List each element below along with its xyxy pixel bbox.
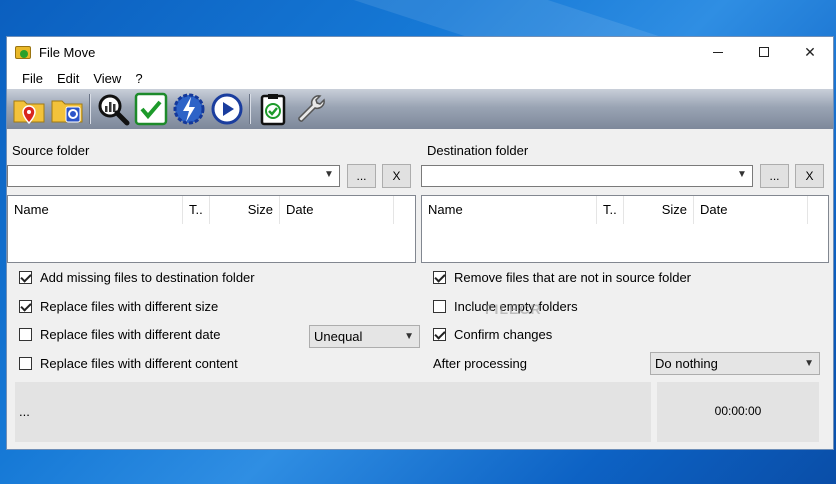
analyze-button[interactable] [95, 91, 131, 127]
destination-folder-label: Destination folder [427, 143, 529, 158]
tasks-button[interactable] [255, 91, 291, 127]
app-folder-icon [15, 43, 33, 61]
select-destination-button[interactable] [49, 91, 85, 127]
date-compare-value: Unequal [314, 329, 363, 344]
source-browse-button[interactable]: ... [347, 164, 376, 188]
run-button[interactable] [209, 91, 245, 127]
check-icon [134, 92, 168, 126]
timer-panel: 00:00:00 [657, 382, 819, 442]
column-date[interactable]: Date [694, 196, 808, 224]
chevron-down-icon: ▼ [804, 358, 814, 369]
checkbox[interactable] [19, 328, 32, 341]
option-label: Replace files with different size [40, 299, 219, 314]
checkbox[interactable] [433, 271, 446, 284]
source-file-list[interactable]: Name T.. Size Date [7, 195, 416, 263]
after-processing-value: Do nothing [655, 356, 718, 371]
list-header: Name T.. Size Date [422, 196, 828, 224]
column-date[interactable]: Date [280, 196, 394, 224]
chevron-down-icon: ▼ [324, 169, 334, 180]
option-add-missing[interactable]: Add missing files to destination folder [19, 270, 255, 285]
settings-button[interactable] [293, 91, 329, 127]
column-size[interactable]: Size [210, 196, 280, 224]
option-label: Confirm changes [454, 327, 553, 342]
date-compare-select[interactable]: Unequal ▼ [309, 325, 420, 348]
maximize-icon [759, 47, 769, 57]
column-name[interactable]: Name [8, 196, 183, 224]
checkbox[interactable] [19, 300, 32, 313]
toolbar [7, 89, 833, 129]
source-folder-label: Source folder [12, 143, 90, 158]
verify-button[interactable] [133, 91, 169, 127]
after-processing-select[interactable]: Do nothing ▼ [650, 352, 820, 375]
source-clear-button[interactable]: X [382, 164, 411, 188]
option-replace-date[interactable]: Replace files with different date [19, 327, 220, 342]
option-label: Add missing files to destination folder [40, 270, 255, 285]
title-bar: File Move ✕ [7, 37, 833, 67]
app-window: File Move ✕ File Edit View ? Source fold… [6, 36, 834, 450]
destination-clear-button[interactable]: X [795, 164, 824, 188]
menu-bar: File Edit View ? [7, 67, 833, 89]
chevron-down-icon: ▼ [404, 331, 414, 342]
list-header: Name T.. Size Date [8, 196, 415, 224]
menu-view[interactable]: View [86, 71, 128, 86]
lightning-gear-icon [173, 93, 205, 125]
quick-process-button[interactable] [171, 91, 207, 127]
watermark: FILECR [485, 301, 542, 317]
checkbox[interactable] [19, 271, 32, 284]
folder-dest-icon [51, 100, 83, 123]
option-label: Replace files with different content [40, 356, 238, 371]
column-name[interactable]: Name [422, 196, 597, 224]
menu-edit[interactable]: Edit [50, 71, 86, 86]
select-source-button[interactable] [11, 91, 47, 127]
elapsed-timer: 00:00:00 [714, 404, 762, 418]
option-replace-size[interactable]: Replace files with different size [19, 299, 218, 314]
destination-file-list[interactable]: Name T.. Size Date [421, 195, 829, 263]
column-type[interactable]: T.. [597, 196, 624, 224]
window-title: File Move [39, 44, 96, 60]
maximize-button[interactable] [741, 37, 787, 67]
option-label: Replace files with different date [40, 327, 221, 342]
destination-browse-button[interactable]: ... [760, 164, 789, 188]
close-button[interactable]: ✕ [787, 37, 833, 67]
option-remove-extra[interactable]: Remove files that are not in source fold… [433, 270, 691, 285]
column-size[interactable]: Size [624, 196, 694, 224]
toolbar-separator [249, 94, 251, 124]
wrench-icon [298, 95, 325, 122]
option-replace-content[interactable]: Replace files with different content [19, 356, 238, 371]
destination-folder-combo[interactable]: ▼ [421, 165, 753, 187]
checkbox[interactable] [433, 300, 446, 313]
analyze-magnifier-icon [98, 94, 130, 126]
minimize-button[interactable] [695, 37, 741, 67]
folder-source-pin-icon [13, 100, 45, 125]
checkbox[interactable] [19, 357, 32, 370]
option-label: Remove files that are not in source fold… [454, 270, 692, 285]
option-confirm-changes[interactable]: Confirm changes [433, 327, 552, 342]
play-icon [211, 93, 243, 125]
column-type[interactable]: T.. [183, 196, 210, 224]
clipboard-check-icon [260, 94, 286, 126]
after-processing-label: After processing [433, 356, 527, 371]
checkbox[interactable] [433, 328, 446, 341]
chevron-down-icon: ▼ [737, 169, 747, 180]
source-folder-combo[interactable]: ▼ [7, 165, 340, 187]
status-message-panel: ... [15, 382, 651, 442]
close-icon: ✕ [804, 43, 816, 60]
toolbar-separator [89, 94, 91, 124]
menu-help[interactable]: ? [128, 71, 149, 86]
minimize-icon [713, 51, 723, 53]
status-message: ... [19, 404, 30, 419]
menu-file[interactable]: File [15, 71, 50, 86]
